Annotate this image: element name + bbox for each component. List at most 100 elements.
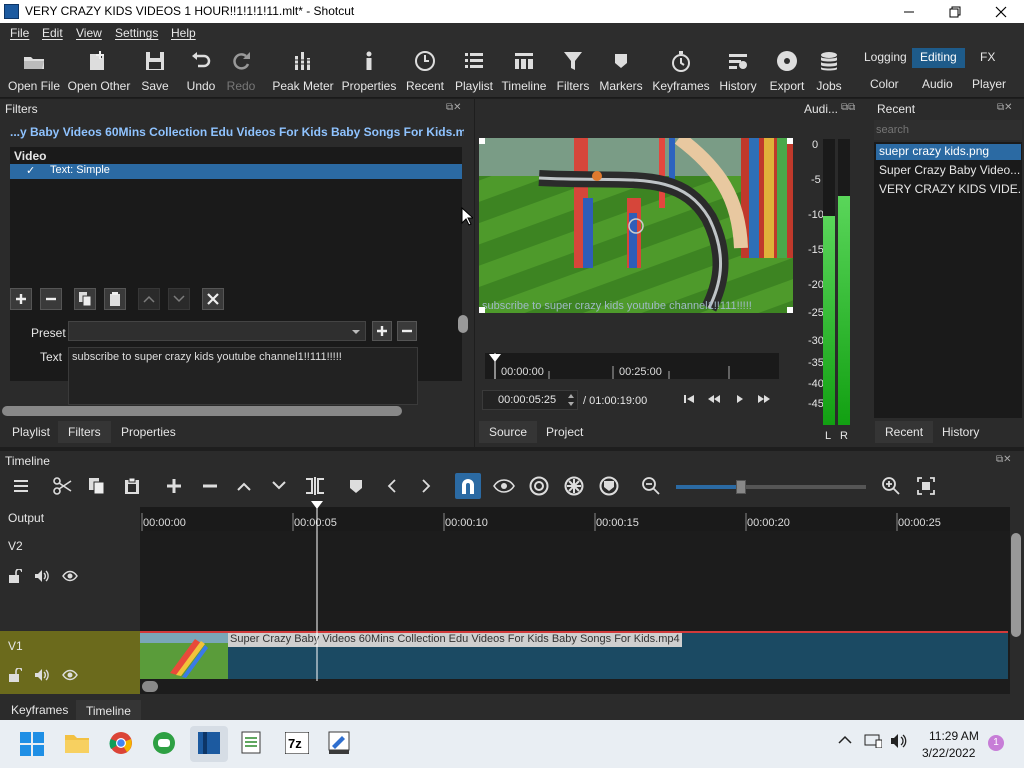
zoom-fit-button[interactable] <box>913 473 939 499</box>
delete-preset-button[interactable] <box>397 321 417 341</box>
tab-history[interactable]: History <box>932 421 989 443</box>
lock-track-button[interactable] <box>8 569 22 583</box>
layout-editing[interactable]: Editing <box>912 48 965 68</box>
file-explorer-taskbar-icon[interactable] <box>64 732 90 754</box>
markers-button[interactable]: Markers <box>599 48 643 96</box>
properties-button[interactable]: Properties <box>340 48 398 96</box>
move-filter-down-button[interactable] <box>168 288 190 310</box>
lift-button[interactable] <box>231 473 257 499</box>
fast-forward-button[interactable] <box>757 393 771 405</box>
preset-dropdown[interactable] <box>68 321 366 341</box>
recent-item[interactable]: suepr crazy kids.png <box>876 144 1021 160</box>
jobs-button[interactable]: Jobs <box>812 48 846 96</box>
timeline-button[interactable]: Timeline <box>502 48 546 96</box>
remove-filter-button[interactable] <box>40 288 62 310</box>
maximize-button[interactable] <box>932 0 978 23</box>
deselect-filter-button[interactable] <box>202 288 224 310</box>
minimize-button[interactable] <box>886 0 932 23</box>
mute-track-button[interactable] <box>34 668 50 682</box>
recent-item[interactable]: Super Crazy Baby Video... <box>876 163 1021 179</box>
open-other-button[interactable]: Open Other <box>66 48 132 96</box>
ripple-delete-button[interactable] <box>197 473 223 499</box>
tab-properties[interactable]: Properties <box>111 421 186 443</box>
filter-horizontal-scrollbar[interactable] <box>2 406 402 416</box>
tab-project[interactable]: Project <box>536 421 593 443</box>
track-lane-v1[interactable]: Super Crazy Baby Videos 60Mins Collectio… <box>140 631 1010 679</box>
tab-timeline[interactable]: Timeline <box>76 700 141 722</box>
tray-overflow-icon[interactable] <box>838 735 852 745</box>
layout-fx[interactable]: FX <box>972 48 1003 68</box>
shotcut-taskbar-icon[interactable] <box>190 726 228 762</box>
rewind-button[interactable] <box>707 393 721 405</box>
taskbar-date[interactable]: 3/22/2022 <box>922 746 975 760</box>
playhead[interactable] <box>308 501 326 681</box>
lock-track-button[interactable] <box>8 668 22 682</box>
menu-file[interactable]: File <box>10 26 29 40</box>
hide-track-button[interactable] <box>62 570 78 582</box>
menu-settings[interactable]: Settings <box>115 26 158 40</box>
timeline-ruler[interactable]: 00:00:00 00:00:05 00:00:10 00:00:15 00:0… <box>140 507 1010 531</box>
overwrite-button[interactable] <box>266 473 292 499</box>
peak-meter-button[interactable]: Peak Meter <box>272 48 334 96</box>
export-button[interactable]: Export <box>766 48 808 96</box>
mute-track-button[interactable] <box>34 569 50 583</box>
zoom-slider[interactable] <box>676 480 866 494</box>
paste-filters-button[interactable] <box>104 288 126 310</box>
taskbar-time[interactable]: 11:29 AM <box>929 729 979 743</box>
keyframes-button[interactable]: Keyframes <box>652 48 710 96</box>
tab-filters[interactable]: Filters <box>58 421 111 443</box>
player-scrubber[interactable]: 00:00:00 00:25:00 <box>485 353 779 379</box>
redo-button[interactable]: Redo <box>224 48 258 96</box>
zoom-in-button[interactable] <box>878 473 904 499</box>
timeline-horizontal-scrollbar[interactable] <box>142 681 158 692</box>
zoom-out-button[interactable] <box>638 473 664 499</box>
move-filter-up-button[interactable] <box>138 288 160 310</box>
snap-toggle[interactable] <box>455 473 481 499</box>
dock-float-close-icon[interactable]: ⧉✕ <box>446 102 462 113</box>
layout-player[interactable]: Player <box>964 75 1014 95</box>
timeline-clip[interactable]: Super Crazy Baby Videos 60Mins Collectio… <box>140 631 1008 679</box>
current-time-field[interactable]: 00:00:05:25 <box>482 390 578 410</box>
tab-source[interactable]: Source <box>479 421 538 443</box>
close-button[interactable] <box>978 0 1024 23</box>
tab-keyframes[interactable]: Keyframes <box>1 699 78 721</box>
next-marker-button[interactable] <box>413 473 439 499</box>
track-lane-v2[interactable] <box>140 531 1010 631</box>
append-button[interactable] <box>161 473 187 499</box>
recent-button[interactable]: Recent <box>404 48 446 96</box>
tab-recent[interactable]: Recent <box>875 421 934 443</box>
open-file-button[interactable]: Open File <box>8 48 60 96</box>
xbox-taskbar-icon[interactable] <box>152 731 176 755</box>
paint-taskbar-icon[interactable] <box>328 731 350 755</box>
cut-button[interactable] <box>50 473 76 499</box>
hide-track-button[interactable] <box>62 669 78 681</box>
save-button[interactable]: Save <box>138 48 172 96</box>
dock-float-close-icon[interactable]: ⧉✕ <box>996 454 1012 465</box>
timeline-menu-button[interactable] <box>8 473 34 499</box>
ripple-all-tracks-toggle[interactable] <box>561 473 587 499</box>
add-marker-button[interactable] <box>343 473 369 499</box>
menu-edit[interactable]: Edit <box>42 26 63 40</box>
start-button[interactable] <box>20 732 44 756</box>
timeline-vertical-scrollbar[interactable] <box>1011 533 1021 637</box>
skip-to-start-button[interactable] <box>683 393 695 405</box>
dock-float-close-icon[interactable]: ⧉⧉ <box>841 102 855 113</box>
text-filter-input[interactable]: subscribe to super crazy kids youtube ch… <box>68 347 418 405</box>
tab-playlist[interactable]: Playlist <box>2 421 60 443</box>
save-preset-button[interactable] <box>372 321 392 341</box>
recent-search-input[interactable] <box>874 120 1022 140</box>
undo-button[interactable]: Undo <box>184 48 218 96</box>
notepad-taskbar-icon[interactable] <box>241 730 263 754</box>
menu-view[interactable]: View <box>76 26 102 40</box>
copy-filters-button[interactable] <box>74 288 96 310</box>
volume-icon[interactable] <box>890 733 908 749</box>
scrub-toggle[interactable] <box>491 473 517 499</box>
layout-logging[interactable]: Logging <box>856 48 915 68</box>
network-icon[interactable] <box>864 734 882 748</box>
history-button[interactable]: History <box>716 48 760 96</box>
filters-button[interactable]: Filters <box>554 48 592 96</box>
chrome-taskbar-icon[interactable] <box>109 731 133 755</box>
ripple-toggle[interactable] <box>526 473 552 499</box>
playlist-button[interactable]: Playlist <box>452 48 496 96</box>
menu-help[interactable]: Help <box>171 26 196 40</box>
